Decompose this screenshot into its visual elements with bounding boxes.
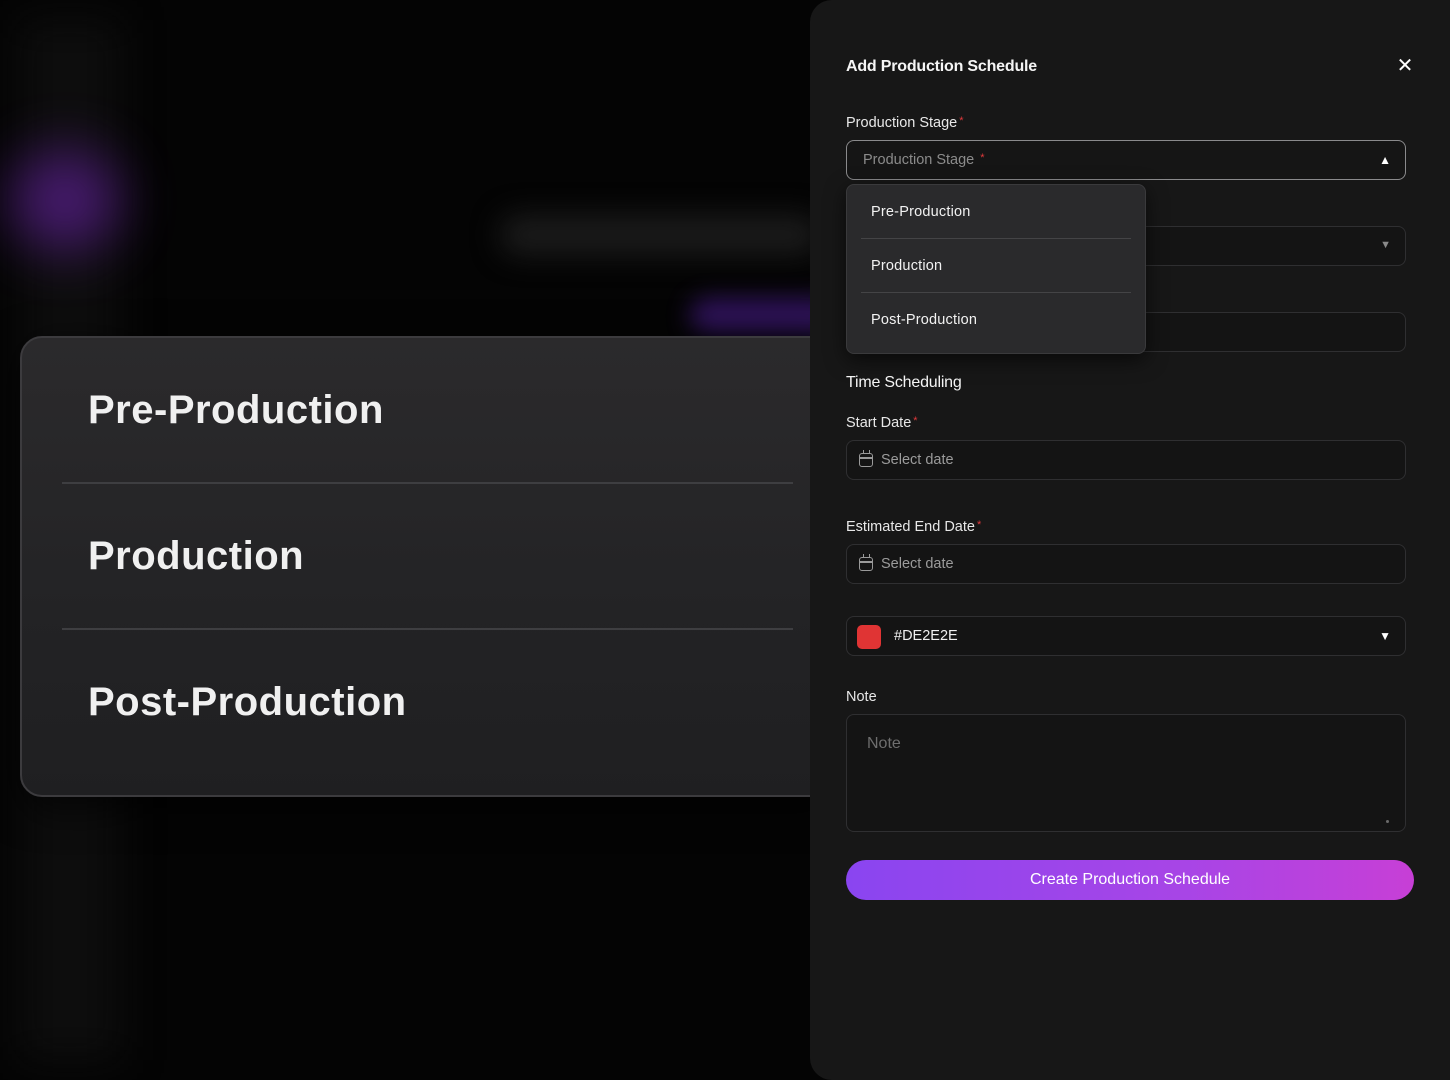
dropdown-option-production[interactable]: Production: [861, 239, 1131, 292]
zoom-option-pre-production: Pre-Production: [88, 387, 384, 432]
start-date-placeholder: Select date: [881, 452, 954, 468]
end-date-label: Estimated End Date *: [846, 519, 981, 535]
production-stage-label-text: Production Stage: [846, 115, 958, 131]
end-date-picker[interactable]: Select date: [846, 544, 1406, 584]
end-date-placeholder: Select date: [881, 556, 954, 572]
zoom-option-post-production: Post-Production: [88, 679, 407, 724]
note-label: Note: [846, 689, 877, 705]
caret-down-icon: ▼: [1379, 629, 1391, 643]
zoomed-dropdown-callout: Pre-Production Production Post-Productio…: [20, 336, 835, 797]
end-date-label-text: Estimated End Date: [846, 519, 975, 535]
required-mark: *: [976, 519, 982, 531]
dropdown-option-pre-production[interactable]: Pre-Production: [861, 185, 1131, 238]
resize-handle-icon[interactable]: [1386, 820, 1389, 823]
required-mark: *: [913, 415, 918, 427]
background-glow: [10, 150, 120, 250]
create-production-schedule-button[interactable]: Create Production Schedule: [846, 860, 1414, 900]
background-bar-blur: [500, 215, 820, 255]
start-date-label-text: Start Date: [846, 415, 912, 431]
note-textarea[interactable]: Note: [846, 714, 1406, 832]
required-mark: *: [959, 115, 964, 127]
start-date-label: Start Date *: [846, 415, 918, 431]
note-placeholder: Note: [867, 735, 901, 752]
zoom-option-production: Production: [88, 533, 305, 578]
background-button-blur: [690, 298, 830, 334]
color-value: #DE2E2E: [894, 628, 958, 644]
production-stage-dropdown: Pre-Production Production Post-Productio…: [846, 184, 1146, 354]
calendar-icon: [859, 450, 873, 467]
caret-down-icon: ▼: [1380, 239, 1391, 251]
production-stage-select[interactable]: Production Stage * ▲: [846, 140, 1406, 180]
production-stage-placeholder-text: Production Stage: [863, 152, 975, 168]
close-icon[interactable]: ✕: [1394, 55, 1416, 77]
time-scheduling-title: Time Scheduling: [846, 374, 962, 391]
start-date-picker[interactable]: Select date: [846, 440, 1406, 480]
add-production-schedule-panel: Add Production Schedule ✕ Production Sta…: [810, 0, 1450, 1080]
caret-up-icon: ▲: [1379, 153, 1391, 167]
production-stage-placeholder: Production Stage *: [863, 152, 985, 168]
required-mark: *: [980, 152, 985, 164]
panel-title: Add Production Schedule: [846, 58, 1037, 75]
production-stage-label: Production Stage *: [846, 115, 964, 131]
calendar-icon: [859, 554, 873, 571]
dropdown-option-post-production[interactable]: Post-Production: [861, 293, 1131, 346]
color-select[interactable]: #DE2E2E ▼: [846, 616, 1406, 656]
color-swatch: [857, 625, 881, 649]
